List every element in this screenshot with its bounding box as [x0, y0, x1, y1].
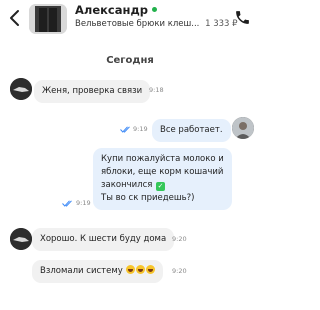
phone-icon[interactable]	[234, 9, 251, 26]
message-time: 9:19	[76, 199, 91, 207]
check-mark-emoji-icon: ✓	[156, 182, 166, 191]
message-text: Взломали систему	[40, 266, 123, 276]
message-time: 9:18	[149, 86, 164, 94]
contact-avatar[interactable]	[10, 228, 32, 250]
message-text: Все работает.	[160, 125, 223, 135]
chevron-left-icon[interactable]	[8, 8, 22, 28]
message-bubble-outgoing[interactable]: Купи пожалуйста молоко и яблоки, еще кор…	[93, 148, 232, 210]
message-text-line: яблоки, еще корм кошачий	[101, 167, 224, 177]
my-avatar[interactable]	[232, 117, 254, 139]
chat-header: Александр Вельветовые брюки клеш... 1 33…	[0, 0, 260, 40]
message-bubble-incoming[interactable]: Хорошо. К шести буду дома	[32, 228, 175, 251]
listing-info[interactable]: Вельветовые брюки клеш... 1 333 ₽	[75, 19, 238, 29]
message-time: 9:19	[133, 125, 148, 133]
message-time: 9:20	[172, 267, 187, 275]
message-text: закончился	[101, 180, 153, 190]
message-time: 9:20	[172, 235, 187, 243]
laughing-emoji-icon	[136, 265, 146, 274]
message-text-line: Купи пожалуйста молоко и	[101, 154, 224, 164]
message-text-line-with-emoji: закончился ✓	[101, 179, 224, 192]
read-checks-icon	[120, 126, 130, 133]
message-bubble-incoming[interactable]: Взломали систему	[32, 260, 164, 283]
contact-name[interactable]: Александр	[75, 3, 157, 17]
listing-thumbnail[interactable]	[29, 4, 67, 34]
message-text-line: Ты во ск приедешь?)	[101, 193, 195, 203]
message-text: Женя, проверка связи	[42, 86, 143, 96]
contact-avatar[interactable]	[10, 78, 32, 100]
laughing-emoji-icon	[126, 265, 136, 274]
message-bubble-outgoing[interactable]: Все работает.	[152, 119, 231, 142]
date-separator: Сегодня	[106, 55, 154, 66]
read-checks-icon	[62, 200, 72, 207]
listing-price: 1 333 ₽	[205, 19, 238, 29]
listing-title: Вельветовые брюки клеш...	[75, 19, 200, 29]
contact-name-text: Александр	[75, 3, 148, 17]
online-status-indicator	[151, 7, 157, 12]
message-text: Хорошо. К шести буду дома	[40, 234, 167, 244]
message-bubble-incoming[interactable]: Женя, проверка связи	[34, 80, 151, 103]
laughing-emoji-icon	[146, 265, 156, 274]
